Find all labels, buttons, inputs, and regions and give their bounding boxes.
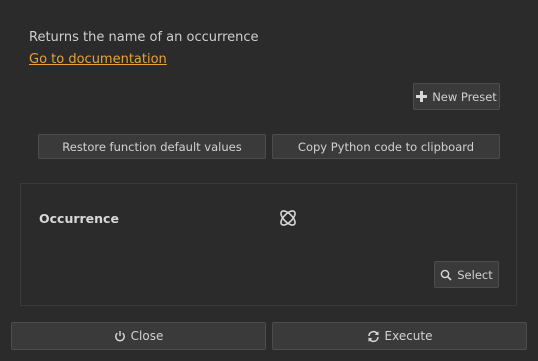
search-icon xyxy=(440,269,452,281)
parameter-label-occurrence: Occurrence xyxy=(39,211,119,226)
new-preset-label: New Preset xyxy=(432,89,497,104)
select-label: Select xyxy=(457,267,493,282)
copy-python-button[interactable]: Copy Python code to clipboard xyxy=(272,134,500,159)
new-preset-button[interactable]: New Preset xyxy=(413,83,500,110)
execute-button[interactable]: Execute xyxy=(272,322,527,350)
plus-icon xyxy=(416,91,428,102)
close-label: Close xyxy=(130,329,164,343)
documentation-link[interactable]: Go to documentation xyxy=(29,52,167,67)
execute-label: Execute xyxy=(384,329,433,343)
function-description: Returns the name of an occurrence xyxy=(29,30,259,45)
close-button[interactable]: Close xyxy=(11,322,266,350)
select-occurrence-button[interactable]: Select xyxy=(434,261,499,288)
occurrence-icon xyxy=(277,207,299,229)
copy-python-label: Copy Python code to clipboard xyxy=(297,139,475,154)
restore-defaults-button[interactable]: Restore function default values xyxy=(38,134,266,159)
power-icon xyxy=(114,330,126,342)
function-dialog: Returns the name of an occurrence Go to … xyxy=(0,0,538,361)
restore-defaults-label: Restore function default values xyxy=(62,139,242,154)
refresh-icon xyxy=(367,330,380,343)
